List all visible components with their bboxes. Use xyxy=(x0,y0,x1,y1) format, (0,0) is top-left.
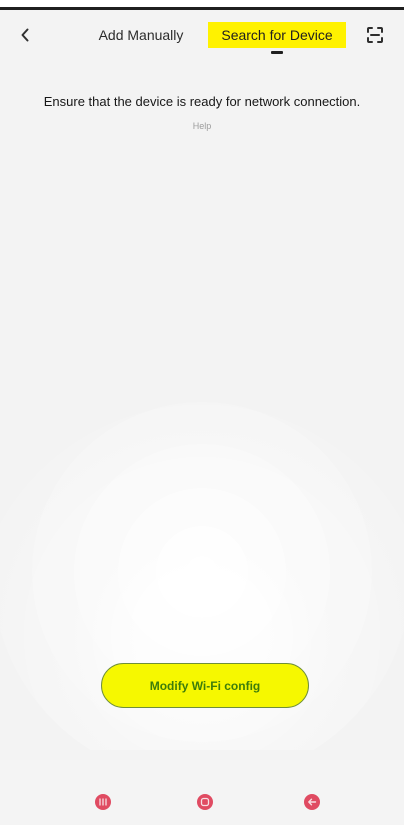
top-divider xyxy=(0,0,404,10)
scan-frame-icon xyxy=(367,27,383,43)
scan-button[interactable] xyxy=(360,20,390,50)
back-button[interactable] xyxy=(8,18,42,52)
modify-wifi-config-button[interactable]: Modify Wi-Fi config xyxy=(101,663,309,708)
system-back-button[interactable] xyxy=(301,791,323,813)
active-tab-indicator xyxy=(271,51,283,54)
tab-add-manually[interactable]: Add Manually xyxy=(78,22,204,48)
top-navigation-bar: Add Manually Search for Device xyxy=(0,10,404,58)
recent-apps-icon xyxy=(95,794,111,810)
back-icon xyxy=(304,794,320,810)
home-button[interactable] xyxy=(194,791,216,813)
help-link[interactable]: Help xyxy=(0,121,404,131)
home-icon xyxy=(197,794,213,810)
connection-instruction: Ensure that the device is ready for netw… xyxy=(43,94,361,109)
recent-apps-button[interactable] xyxy=(92,791,114,813)
system-navigation-bar xyxy=(0,760,404,825)
tab-search-for-device[interactable]: Search for Device xyxy=(208,22,346,48)
device-search-screen: Add Manually Search for Device Ensure th… xyxy=(0,0,404,825)
chevron-left-icon xyxy=(21,28,29,42)
